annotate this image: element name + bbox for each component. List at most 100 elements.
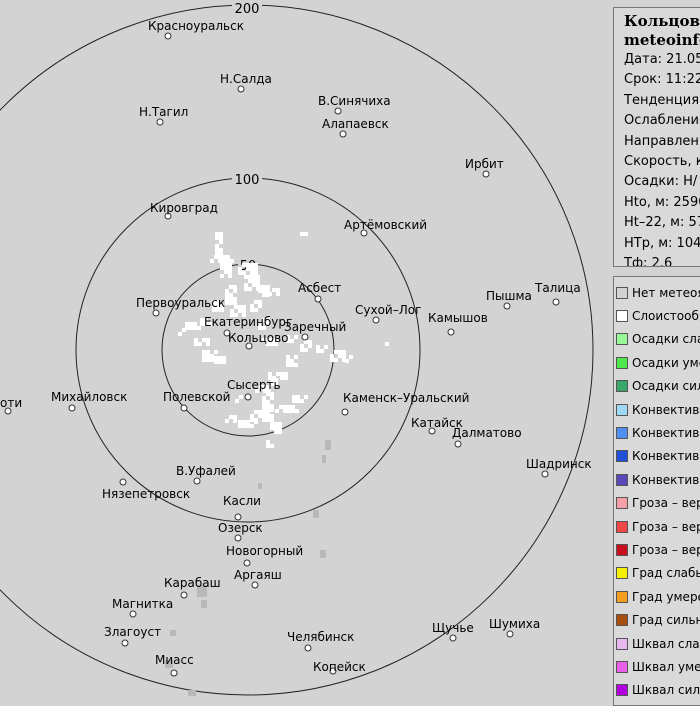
legend-item: Осадки уме (616, 351, 700, 374)
legend-item: Шквал слаб (616, 632, 700, 655)
city-dot (334, 107, 342, 115)
city-marker: Нязепетровск (102, 478, 190, 501)
city-marker: Первоуральск (136, 296, 225, 317)
city-marker: Аргаяш (234, 568, 282, 589)
city-dot (152, 309, 160, 317)
city-label: Шумиха (489, 617, 540, 631)
city-marker: Н.Салда (220, 72, 272, 93)
city-marker: Миасс (155, 653, 194, 677)
info-line: HTp, м: 104 (624, 235, 700, 251)
city-dot (68, 404, 76, 412)
city-marker: Озерск (218, 521, 263, 542)
city-dot (251, 581, 259, 589)
city-label: Первоуральск (136, 296, 225, 310)
legend-item: Осадки слаб (616, 328, 700, 351)
city-label: Касли (223, 494, 261, 508)
city-marker: Сухой–Лог (355, 303, 421, 324)
legend-item: Конвективн (616, 468, 700, 491)
city-dot (244, 393, 252, 401)
city-marker: Пышма (486, 289, 532, 310)
city-marker: оти (0, 396, 22, 415)
city-label: Миасс (155, 653, 194, 667)
city-label: Пышма (486, 289, 532, 303)
legend-label: Конвективн (632, 426, 700, 441)
legend-label: Гроза – вер (632, 496, 700, 511)
legend-swatch (616, 310, 628, 323)
city-label: Алапаевск (322, 117, 389, 131)
city-dot (449, 634, 457, 642)
legend-label: Осадки уме (632, 355, 700, 370)
legend-swatch (616, 614, 628, 627)
city-label: Н.Тагил (139, 105, 188, 119)
legend-item: Град умере (616, 585, 700, 608)
legend-label: Нет метеоя (632, 285, 700, 300)
city-label: Новогорный (226, 544, 303, 558)
city-dot (372, 316, 380, 324)
city-marker: Карабаш (164, 576, 221, 599)
city-label: Каменск–Уральский (343, 391, 469, 405)
legend-label: Конвективн (632, 402, 700, 417)
range-ring-200 (0, 4, 594, 696)
city-label: Кировград (150, 201, 218, 215)
city-label: Асбест (298, 281, 341, 295)
city-marker: Артёмовский (344, 218, 427, 237)
city-marker: Асбест (298, 281, 341, 303)
info-line: Tф: 2.6 (624, 256, 673, 267)
info-line: Ht–22, м: 57 (624, 215, 700, 231)
city-marker: Кольцово (228, 331, 289, 350)
city-marker: Алапаевск (322, 117, 389, 138)
city-dot (447, 328, 455, 336)
city-dot (156, 118, 164, 126)
city-dot (237, 85, 245, 93)
city-dot (341, 408, 349, 416)
city-marker: Магнитка (112, 597, 173, 618)
city-marker: В.Синячиха (318, 94, 391, 115)
city-label: Щучье (432, 621, 474, 635)
city-marker: Михайловск (51, 390, 127, 412)
legend-swatch (616, 590, 628, 603)
legend-swatch (616, 380, 628, 393)
city-dot (552, 298, 560, 306)
legend-item: Слоистообр (616, 304, 700, 327)
city-marker: Шумиха (489, 617, 540, 638)
city-marker: Касли (223, 494, 261, 521)
legend-swatch (616, 403, 628, 416)
city-dot (339, 130, 347, 138)
info-line: Скорость, к (624, 154, 700, 170)
legend-label: Град сильн (632, 613, 700, 628)
legend-item: Шквал умер (616, 655, 700, 678)
city-dot (234, 513, 242, 521)
city-label: Шадринск (526, 457, 592, 471)
city-label: Нязепетровск (102, 487, 190, 501)
city-dot (243, 559, 251, 567)
city-dot (170, 669, 178, 677)
legend-swatch (616, 333, 628, 346)
legend-label: Слоистообр (632, 309, 700, 324)
legend-label: Осадки сил (632, 379, 700, 394)
legend-item: Гроза – вер (616, 538, 700, 561)
legend-label: Шквал сил (632, 683, 700, 698)
city-dot (314, 295, 322, 303)
info-line: Hto, м: 2590 (624, 194, 700, 210)
legend-label: Шквал умер (632, 659, 700, 674)
city-marker: Заречный (284, 320, 346, 341)
legend-swatch (616, 660, 628, 673)
station-name: Кольцово (624, 12, 700, 30)
city-label: Михайловск (51, 390, 127, 404)
city-dot (180, 404, 188, 412)
info-lines: Дата: 21.05 Срок: 11:22 Тенденция Ослаблени… (624, 50, 700, 267)
city-label: Челябинск (287, 630, 354, 644)
legend-item: Град сильн (616, 608, 700, 631)
city-label: Далматово (452, 426, 522, 440)
city-label: Талица (534, 281, 581, 295)
city-label: Артёмовский (344, 218, 427, 232)
city-label: Ирбит (465, 157, 504, 171)
legend-label: Град умере (632, 589, 700, 604)
ring-label-100: 100 (235, 173, 260, 188)
city-marker: Камышов (428, 311, 488, 336)
legend-label: Град слабы (632, 566, 700, 581)
city-dot (193, 477, 201, 485)
city-marker: Талица (534, 281, 581, 306)
city-marker: Красноуральск (148, 19, 244, 40)
legend-swatch (616, 543, 628, 556)
